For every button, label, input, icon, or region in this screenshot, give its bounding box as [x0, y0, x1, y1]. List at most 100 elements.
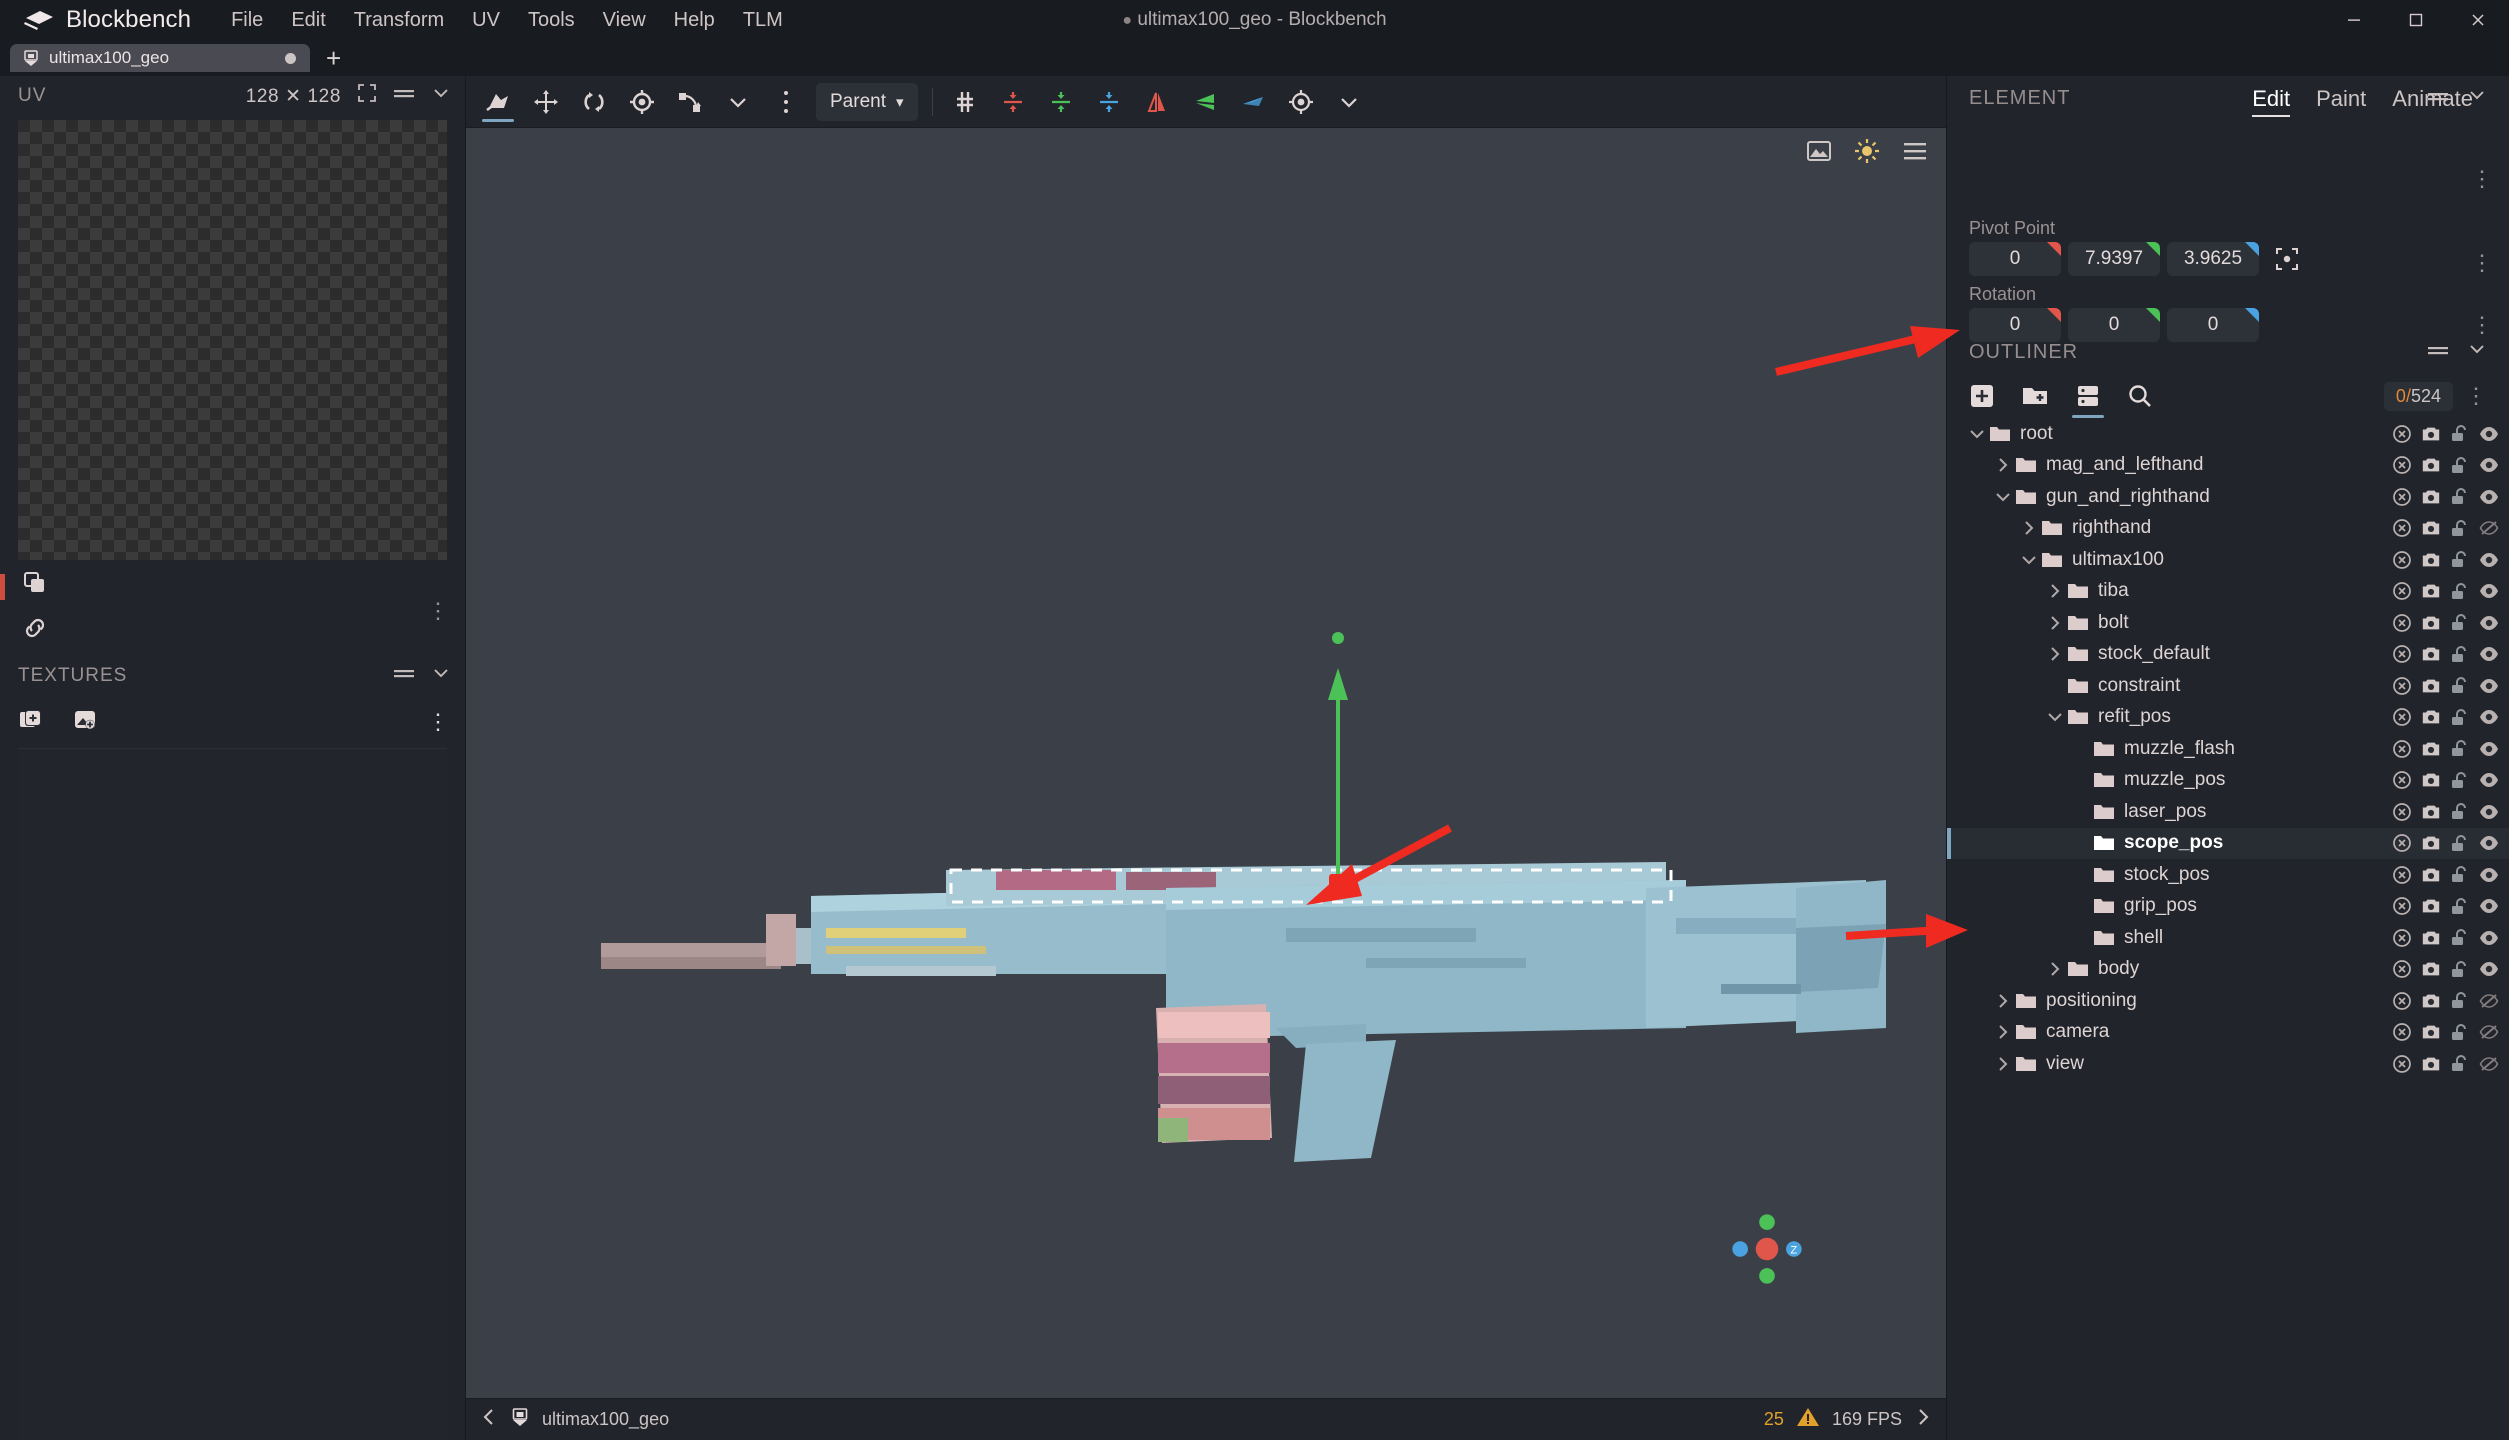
- outliner-row-laser-pos[interactable]: laser_pos: [1947, 796, 2509, 828]
- background-image-icon[interactable]: [1806, 139, 1832, 168]
- camera-toggle-icon[interactable]: [2421, 581, 2441, 601]
- visibility-toggle-icon[interactable]: [2479, 424, 2499, 444]
- import-image-icon[interactable]: [72, 707, 98, 738]
- menu-item-file[interactable]: File: [217, 5, 277, 36]
- textures-list[interactable]: [18, 748, 447, 1440]
- center-z-icon[interactable]: [1085, 78, 1133, 126]
- camera-toggle-icon[interactable]: [2421, 928, 2441, 948]
- visibility-toggle-icon[interactable]: [2479, 707, 2499, 727]
- lock-toggle-icon[interactable]: [2450, 928, 2470, 948]
- menu-item-help[interactable]: Help: [660, 5, 729, 36]
- export-toggle-icon[interactable]: [2392, 896, 2412, 916]
- camera-toggle-icon[interactable]: [2421, 802, 2441, 822]
- camera-toggle-icon[interactable]: [2421, 770, 2441, 790]
- visibility-toggle-icon[interactable]: [2479, 550, 2499, 570]
- lock-toggle-icon[interactable]: [2450, 770, 2470, 790]
- pivot-z-input[interactable]: 3.9625: [2167, 242, 2259, 276]
- visibility-toggle-icon[interactable]: [2479, 928, 2499, 948]
- resize-tool-icon[interactable]: [666, 78, 714, 126]
- textures-kebab-menu[interactable]: ⋮: [427, 709, 449, 735]
- outliner-row-shell[interactable]: shell: [1947, 922, 2509, 954]
- rotation-z-input[interactable]: 0: [2167, 308, 2259, 342]
- export-toggle-icon[interactable]: [2392, 550, 2412, 570]
- chevron-right-icon[interactable]: [1914, 1407, 1932, 1432]
- caret-right-icon[interactable]: [1991, 457, 2015, 473]
- tab-ultimax100-geo[interactable]: ultimax100_geo: [10, 44, 310, 72]
- export-toggle-icon[interactable]: [2392, 739, 2412, 759]
- center-y-icon[interactable]: [1037, 78, 1085, 126]
- camera-toggle-icon[interactable]: [2421, 739, 2441, 759]
- camera-toggle-icon[interactable]: [2421, 676, 2441, 696]
- outliner-row-positioning[interactable]: positioning: [1947, 985, 2509, 1017]
- lock-toggle-icon[interactable]: [2450, 581, 2470, 601]
- tab-edit[interactable]: Edit: [2252, 86, 2290, 117]
- outliner-kebab-menu[interactable]: ⋮: [2465, 383, 2487, 409]
- visibility-toggle-icon[interactable]: [2479, 676, 2499, 696]
- element-kebab-menu-top[interactable]: ⋮: [2471, 166, 2493, 192]
- camera-toggle-icon[interactable]: [2421, 865, 2441, 885]
- uv-canvas[interactable]: [18, 120, 447, 560]
- menu-item-view[interactable]: View: [589, 5, 660, 36]
- menu-item-edit[interactable]: Edit: [277, 5, 339, 36]
- outliner-row-view[interactable]: view: [1947, 1048, 2509, 1080]
- chevron-down-icon[interactable]: [714, 78, 762, 126]
- parent-mode-select[interactable]: Parent ▾: [816, 82, 918, 121]
- rotation-y-input[interactable]: 0: [2068, 308, 2160, 342]
- chevron-down-icon[interactable]: [431, 83, 451, 109]
- export-toggle-icon[interactable]: [2392, 991, 2412, 1011]
- outliner-row-grip-pos[interactable]: grip_pos: [1947, 891, 2509, 923]
- lock-toggle-icon[interactable]: [2450, 455, 2470, 475]
- export-toggle-icon[interactable]: [2392, 487, 2412, 507]
- visibility-toggle-icon[interactable]: [2479, 1054, 2499, 1074]
- link-uv-icon[interactable]: [18, 615, 447, 646]
- caret-down-icon[interactable]: [2017, 552, 2041, 568]
- slider-menu-icon[interactable]: [393, 85, 415, 107]
- lock-toggle-icon[interactable]: [2450, 865, 2470, 885]
- outliner-row-root[interactable]: root: [1947, 418, 2509, 450]
- outliner-row-stock-pos[interactable]: stock_pos: [1947, 859, 2509, 891]
- export-toggle-icon[interactable]: [2392, 1022, 2412, 1042]
- flip-y-icon[interactable]: [1181, 78, 1229, 126]
- export-toggle-icon[interactable]: [2392, 833, 2412, 853]
- visibility-toggle-icon[interactable]: [2479, 644, 2499, 664]
- lock-toggle-icon[interactable]: [2450, 487, 2470, 507]
- visibility-toggle-icon[interactable]: [2479, 770, 2499, 790]
- copy-uv-icon[interactable]: [18, 570, 447, 601]
- outliner-row-scope-pos[interactable]: scope_pos: [1947, 827, 2509, 859]
- outliner-row-tiba[interactable]: tiba: [1947, 576, 2509, 608]
- outliner-row-body[interactable]: body: [1947, 954, 2509, 986]
- outliner-row-righthand[interactable]: righthand: [1947, 513, 2509, 545]
- lock-toggle-icon[interactable]: [2450, 802, 2470, 822]
- chevron-down-icon[interactable]: [1325, 78, 1373, 126]
- lock-toggle-icon[interactable]: [2450, 613, 2470, 633]
- export-toggle-icon[interactable]: [2392, 676, 2412, 696]
- export-toggle-icon[interactable]: [2392, 865, 2412, 885]
- minimize-button[interactable]: [2323, 0, 2385, 40]
- lock-toggle-icon[interactable]: [2450, 1022, 2470, 1042]
- outliner-row-ultimax100[interactable]: ultimax100: [1947, 544, 2509, 576]
- viewport-canvas[interactable]: Z: [466, 128, 1946, 1398]
- export-toggle-icon[interactable]: [2392, 959, 2412, 979]
- camera-toggle-icon[interactable]: [2421, 644, 2441, 664]
- outliner-row-bolt[interactable]: bolt: [1947, 607, 2509, 639]
- fullscreen-icon[interactable]: [357, 83, 377, 109]
- add-cube-icon[interactable]: [1969, 383, 1995, 409]
- visibility-toggle-icon[interactable]: [2479, 487, 2499, 507]
- caret-right-icon[interactable]: [1991, 1056, 2015, 1072]
- export-toggle-icon[interactable]: [2392, 928, 2412, 948]
- tab-paint[interactable]: Paint: [2316, 86, 2366, 115]
- flip-x-icon[interactable]: [1133, 78, 1181, 126]
- outliner-row-constraint[interactable]: constraint: [1947, 670, 2509, 702]
- lock-toggle-icon[interactable]: [2450, 550, 2470, 570]
- lock-toggle-icon[interactable]: [2450, 991, 2470, 1011]
- export-toggle-icon[interactable]: [2392, 1054, 2412, 1074]
- search-icon[interactable]: [2127, 383, 2153, 409]
- origin-icon[interactable]: [1277, 78, 1325, 126]
- outliner-row-stock-default[interactable]: stock_default: [1947, 639, 2509, 671]
- camera-toggle-icon[interactable]: [2421, 833, 2441, 853]
- camera-toggle-icon[interactable]: [2421, 550, 2441, 570]
- slider-menu-icon[interactable]: [393, 665, 415, 687]
- caret-down-icon[interactable]: [2043, 709, 2067, 725]
- chevron-left-icon[interactable]: [480, 1407, 498, 1432]
- outliner-row-gun-and-righthand[interactable]: gun_and_righthand: [1947, 481, 2509, 513]
